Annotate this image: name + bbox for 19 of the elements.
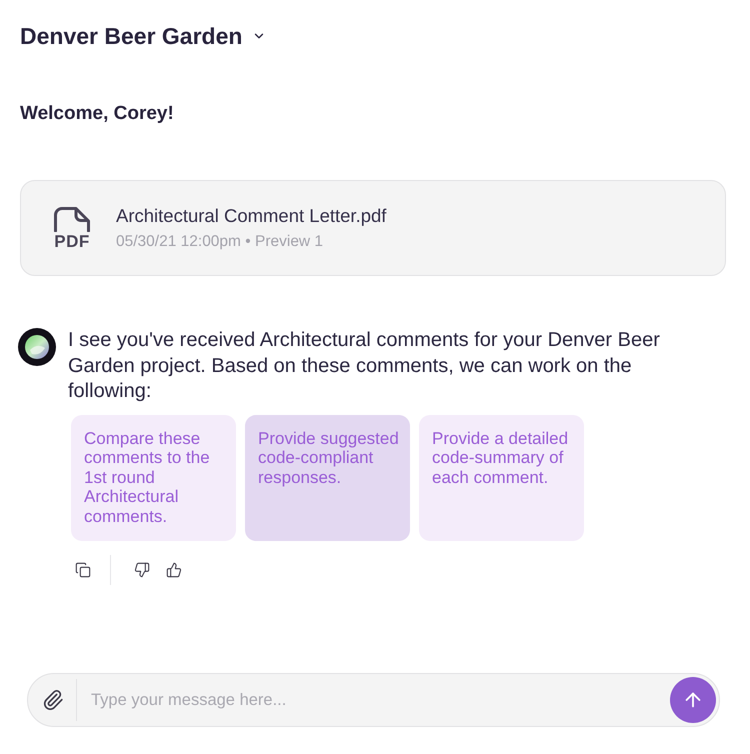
send-button[interactable] xyxy=(670,677,716,723)
thumbs-up-icon[interactable] xyxy=(165,560,183,578)
attachment-card[interactable]: PDF Architectural Comment Letter.pdf 05/30/21 12:00pm • Preview 1 xyxy=(20,180,726,276)
suggestion-card[interactable]: Provide suggested code-compliant responses. xyxy=(245,414,410,540)
message-field[interactable]: Type your message here... xyxy=(27,673,720,727)
file-icon xyxy=(53,206,91,232)
workspace-title: Denver Beer Garden xyxy=(20,22,242,50)
copy-icon[interactable] xyxy=(74,560,92,578)
message-input[interactable]: Type your message here... xyxy=(91,683,670,717)
file-name: Architectural Comment Letter.pdf xyxy=(116,205,386,227)
avatar-icon xyxy=(18,328,56,366)
thumbs-down-icon[interactable] xyxy=(133,560,151,578)
suggestion-card[interactable]: Provide a detailed code-summary of each comment. xyxy=(419,414,584,540)
assistant-message: I see you've received Architectural comments for your Denver Beer Garden project. Based on these comments, we can work on the following: xyxy=(68,328,661,404)
welcome-heading: Welcome, Corey! xyxy=(20,103,174,125)
file-meta: 05/30/21 12:00pm • Preview 1 xyxy=(116,232,324,251)
suggestion-card[interactable]: Compare these comments to the 1st round Architectural comments. xyxy=(71,414,236,540)
paperclip-icon[interactable] xyxy=(42,688,64,712)
file-type-label: PDF xyxy=(54,233,90,250)
